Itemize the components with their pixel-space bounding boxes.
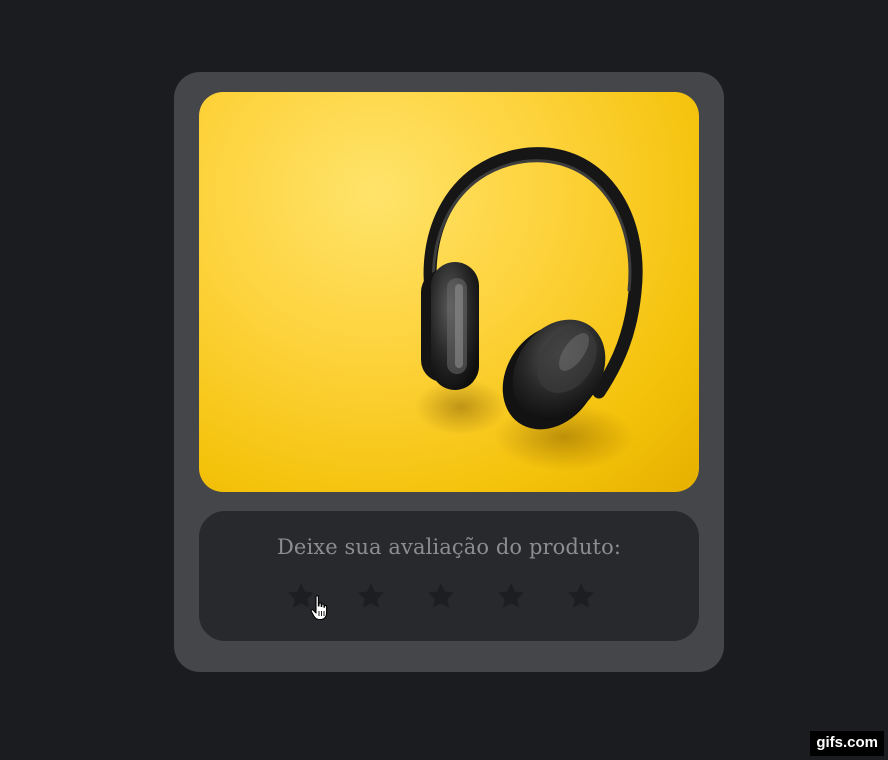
product-image bbox=[199, 92, 699, 492]
star-4-icon[interactable] bbox=[496, 581, 526, 611]
product-card: Deixe sua avaliação do produto: bbox=[174, 72, 724, 672]
rating-panel: Deixe sua avaliação do produto: bbox=[199, 511, 699, 641]
star-1-icon[interactable] bbox=[286, 581, 316, 611]
star-3-icon[interactable] bbox=[426, 581, 456, 611]
star-5-icon[interactable] bbox=[566, 581, 596, 611]
star-2-icon[interactable] bbox=[356, 581, 386, 611]
gifs-watermark: gifs.com bbox=[810, 731, 884, 756]
rating-label: Deixe sua avaliação do produto: bbox=[277, 535, 621, 559]
headphones-image bbox=[415, 147, 643, 471]
